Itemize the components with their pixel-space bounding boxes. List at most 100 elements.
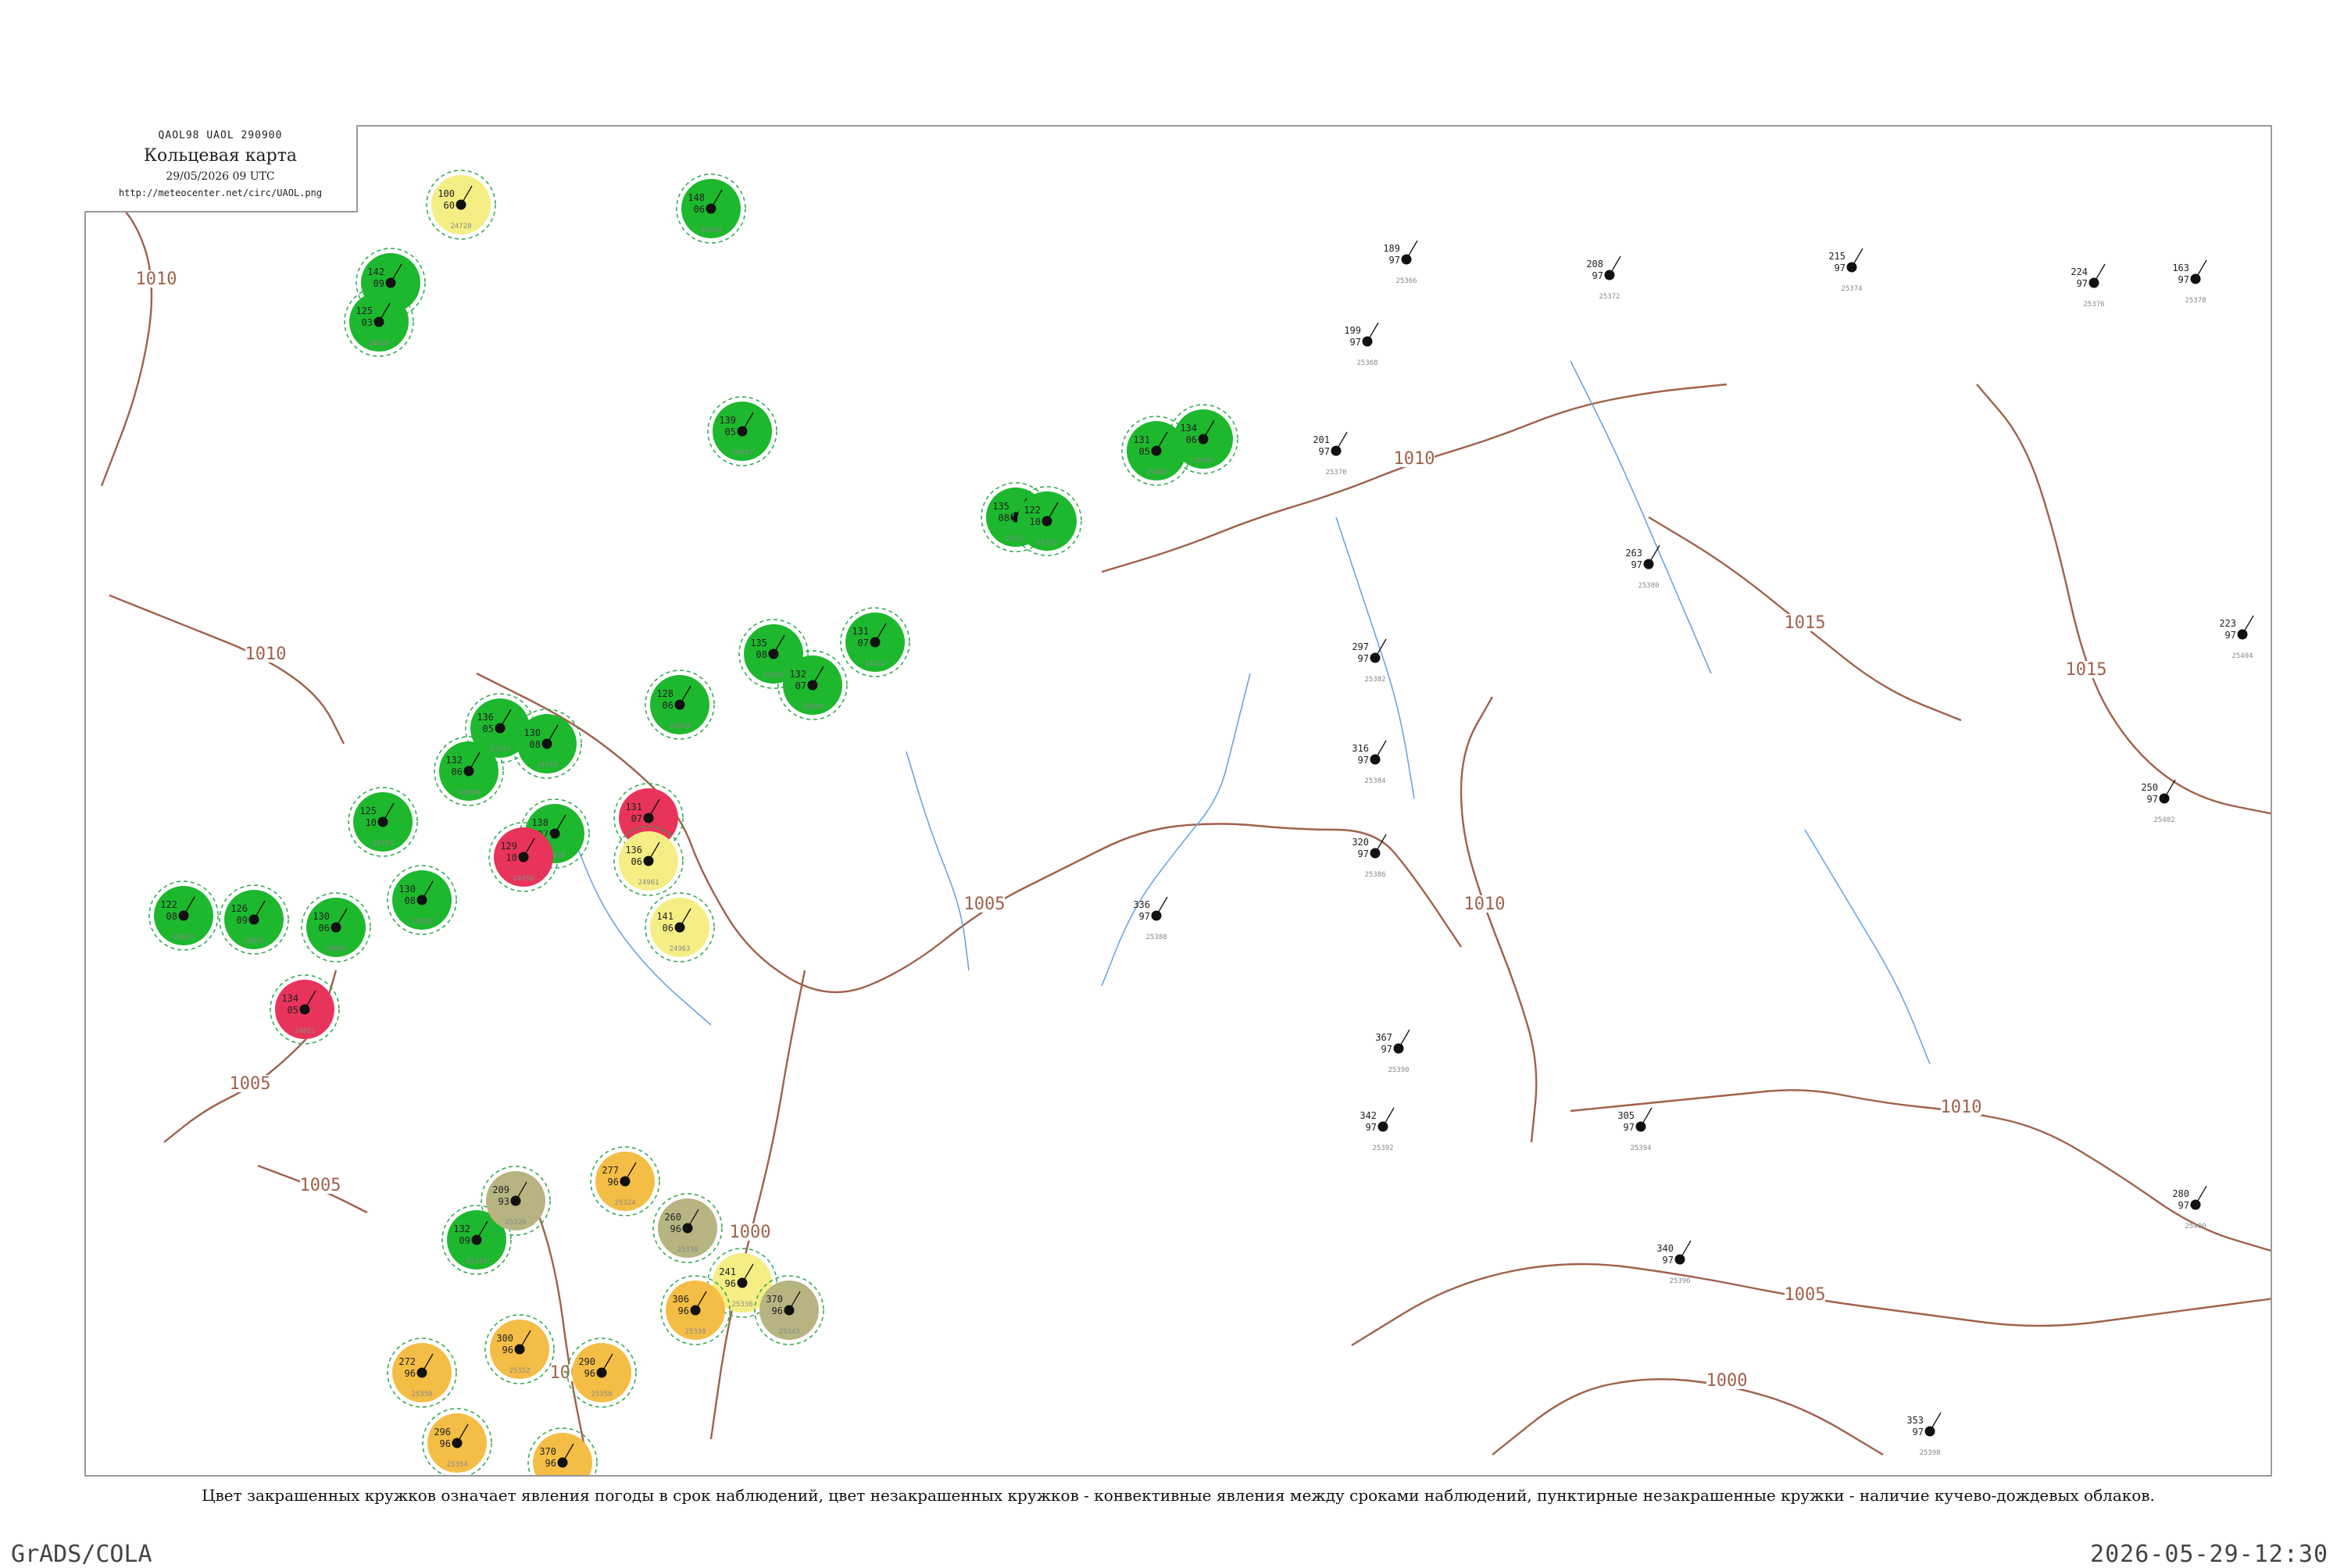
wind-barb-icon	[1335, 431, 1348, 452]
station-index: 25338	[684, 1328, 706, 1336]
station-25396[interactable]: 34097 25396	[1656, 1240, 1692, 1285]
isobars-layer: 1010101010051005100510001000101010101015…	[86, 180, 2271, 1456]
station-pressure: 134	[281, 993, 298, 1004]
map-url: http://meteocenter.net/circ/UAOL.png	[118, 188, 323, 198]
isobar-line	[1460, 696, 1538, 1143]
station-25407[interactable]: 13406 25407	[1168, 404, 1238, 474]
station-humidity: 10	[366, 817, 377, 828]
station-25380[interactable]: 26397 25380	[1625, 545, 1660, 590]
station-index: 24737	[489, 746, 510, 754]
station-24961[interactable]: 13606 24961	[613, 826, 684, 896]
station-pressure: 130	[398, 884, 416, 895]
station-pressure: 132	[789, 669, 806, 680]
station-pressure: 336	[1133, 899, 1150, 910]
station-humidity: 97	[2178, 274, 2189, 285]
station-humidity: 96	[405, 1368, 416, 1379]
station-pressure: 208	[1586, 259, 1603, 270]
station-index: 24534	[864, 660, 885, 668]
station-24724[interactable]: 12510 24724	[348, 787, 418, 857]
station-humidity: 96	[725, 1278, 736, 1289]
station-24728[interactable]: 10060 24728	[426, 170, 496, 240]
station-humidity: 97	[1139, 911, 1150, 922]
station-25320[interactable]: 20993 25320	[481, 1166, 551, 1236]
station-index: 24821	[294, 1027, 315, 1035]
station-25374[interactable]: 21597 25374	[1828, 248, 1863, 293]
station-pressure: 201	[1313, 434, 1330, 445]
station-humidity: 07	[795, 680, 806, 691]
station-pressure: 209	[492, 1184, 509, 1195]
station-pressure: 297	[1352, 641, 1369, 652]
station-25343[interactable]: 37096 25343	[754, 1275, 824, 1345]
station-25350[interactable]: 27296 25350	[387, 1338, 457, 1408]
station-pressure: 141	[656, 911, 674, 922]
station-index: 25343	[778, 1328, 799, 1336]
isobar-label: 1010	[1941, 1098, 1982, 1117]
isobar-line	[1976, 384, 2271, 815]
station-pressure: 224	[2071, 266, 2088, 277]
station-pressure: 130	[313, 911, 330, 922]
station-25394[interactable]: 30597 25394	[1617, 1107, 1653, 1152]
station-25384[interactable]: 31697 25384	[1352, 740, 1387, 785]
wind-barb-icon	[2242, 615, 2254, 635]
station-24963[interactable]: 14106 24963	[645, 892, 715, 963]
station-25400[interactable]: 28097 25400	[2172, 1185, 2207, 1230]
station-25382[interactable]: 29797 25382	[1352, 638, 1387, 684]
station-25388[interactable]: 33697 25388	[1133, 896, 1168, 941]
wind-barb-icon	[2195, 1185, 2207, 1205]
station-index: 24932	[411, 918, 432, 926]
station-24534[interactable]: 13107 24534	[840, 607, 910, 677]
station-25040[interactable]: 13207 25040	[777, 650, 848, 720]
station-25378[interactable]: 16397 25378	[2172, 259, 2207, 305]
station-humidity: 97	[2077, 278, 2088, 289]
isobar-label: 1010	[1394, 449, 1435, 469]
station-24821[interactable]: 13405 24821	[270, 974, 340, 1045]
station-25370[interactable]: 20197 25370	[1313, 431, 1348, 477]
station-24836[interactable]: 13006 24836	[301, 892, 371, 963]
station-25376[interactable]: 22497 25376	[2071, 263, 2106, 309]
isobar-line	[1492, 1378, 1884, 1456]
station-24745[interactable]: 13008 24745	[512, 709, 582, 779]
station-25404[interactable]: 22397 25404	[2219, 615, 2254, 660]
wind-barb-icon	[1929, 1412, 1942, 1432]
station-24825[interactable]: 12609 24825	[219, 884, 289, 955]
river-line	[906, 751, 970, 971]
station-index: 25366	[1395, 277, 1417, 285]
isobar-line	[109, 594, 345, 745]
station-24817[interactable]: 12208 24817	[148, 880, 219, 951]
station-humidity: 97	[1381, 1044, 1392, 1055]
station-25366[interactable]: 18997 25366	[1383, 240, 1418, 285]
isobar-label: 1015	[2066, 660, 2107, 680]
station-humidity: 05	[1139, 446, 1150, 457]
station-pressure: 131	[625, 802, 642, 813]
station-humidity: 10	[1030, 516, 1041, 527]
station-25390[interactable]: 36797 25390	[1375, 1029, 1410, 1074]
station-25372[interactable]: 20897 25372	[1586, 255, 1621, 301]
station-25392[interactable]: 34297 25392	[1360, 1107, 1395, 1152]
station-25131[interactable]: 12210 25131	[1012, 486, 1082, 556]
map-canvas: 1010101010051005100510001000101010101015…	[86, 170, 2271, 1477]
station-index: 25384	[1364, 777, 1385, 785]
station-25358[interactable]: 29096 25358	[566, 1338, 637, 1408]
station-25368[interactable]: 19997 25368	[1344, 322, 1379, 367]
station-24924[interactable]: 12806 24924	[645, 670, 715, 740]
station-pressure: 163	[2172, 263, 2189, 273]
station-24944[interactable]: 14806 24944	[676, 173, 746, 244]
station-25402[interactable]: 25097 25402	[2141, 779, 2176, 824]
station-25330[interactable]: 26096 25330	[652, 1193, 723, 1263]
station-25356[interactable]: 3709625356	[527, 1427, 598, 1477]
station-24952[interactable]: 13905 24952	[707, 396, 777, 466]
station-index: 25386	[1364, 871, 1385, 879]
station-25354[interactable]: 29696 25354	[422, 1408, 492, 1477]
station-24932[interactable]: 13008 24932	[387, 865, 457, 935]
station-index: 25131	[1036, 539, 1057, 547]
wind-barb-icon	[2195, 259, 2207, 280]
wind-barb-icon	[1156, 896, 1168, 916]
station-25352[interactable]: 30096 25352	[484, 1314, 555, 1384]
station-25324[interactable]: 27796 25324	[590, 1146, 660, 1216]
station-humidity: 96	[545, 1458, 556, 1469]
station-humidity: 08	[999, 513, 1009, 523]
station-25398[interactable]: 35397 25398	[1906, 1412, 1942, 1457]
isobar-line	[86, 180, 153, 487]
station-humidity: 97	[1835, 263, 1846, 273]
isobar-label: 1000	[730, 1223, 771, 1242]
